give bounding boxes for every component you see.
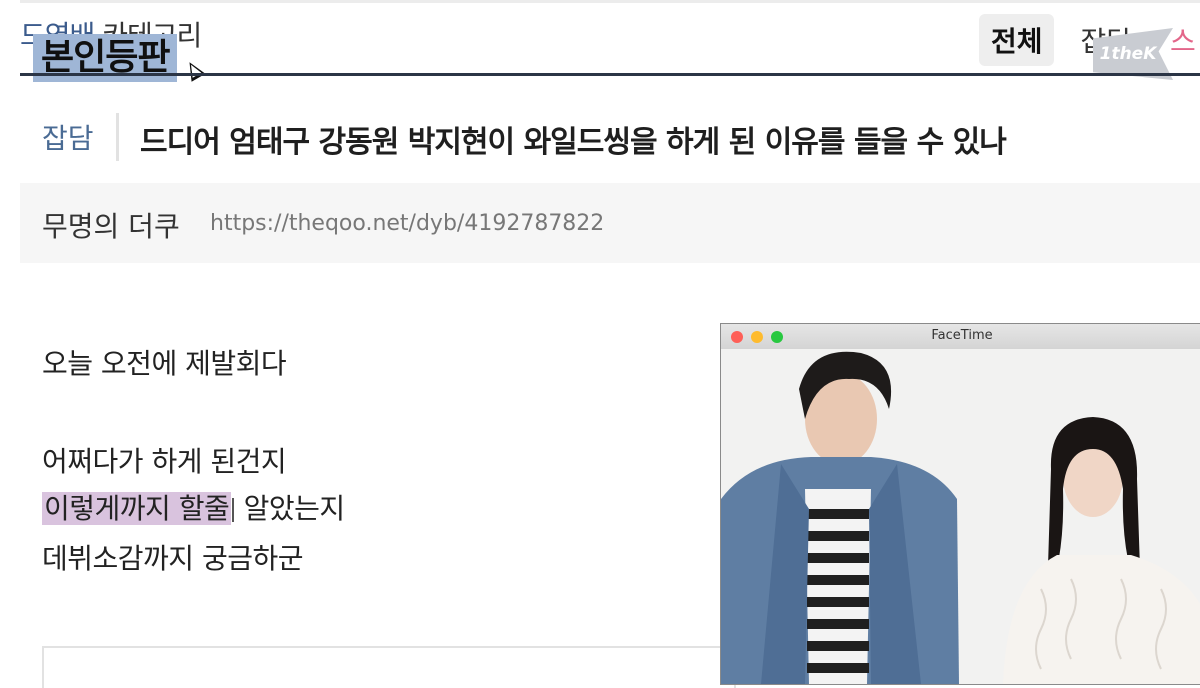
tab-all[interactable]: 전체 [978,14,1055,66]
post-line: 데뷔소감까지 궁금하군 [42,542,304,575]
post-title: 드디어 엄태구 강동원 박지현이 와일드씽을 하게 된 이유를 들을 수 있나 [140,125,1007,160]
selected-text: 이렇게까지 할줄 [42,492,232,525]
facetime-window[interactable]: FaceTime [720,323,1200,685]
post-url[interactable]: https://theqoo.net/dyb/4192787822 [210,211,604,236]
facetime-title: FaceTime [931,328,993,343]
header-divider [20,73,1200,76]
post-line: 어쩌다가 하게 된건지 [42,445,287,478]
post-category[interactable]: 잡담 [42,117,94,157]
post-author: 무명의 더쿠 [42,210,180,243]
facetime-titlebar[interactable]: FaceTime [721,324,1200,350]
mouse-pointer-icon [182,58,206,82]
video-feed-illustration [721,349,1200,684]
post-meta: 무명의 더쿠 https://theqoo.net/dyb/4192787822 [20,183,1200,263]
post-line-rest: 알았는지 [235,492,346,525]
post-title-row: 잡담 드디어 엄태구 강동원 박지현이 와일드씽을 하게 된 이유를 들을 수 … [20,95,1200,187]
post-line: 오늘 오전에 제발회다 [42,347,287,380]
text-cursor-icon [232,498,235,522]
facetime-video [721,349,1200,684]
top-rule [20,0,1200,3]
category-divider [116,113,119,161]
comment-box[interactable] [42,646,736,688]
category-tabs: 전체 잡담 스 [978,14,1200,66]
post-line: 이렇게까지 할줄 알았는지 [42,487,345,527]
